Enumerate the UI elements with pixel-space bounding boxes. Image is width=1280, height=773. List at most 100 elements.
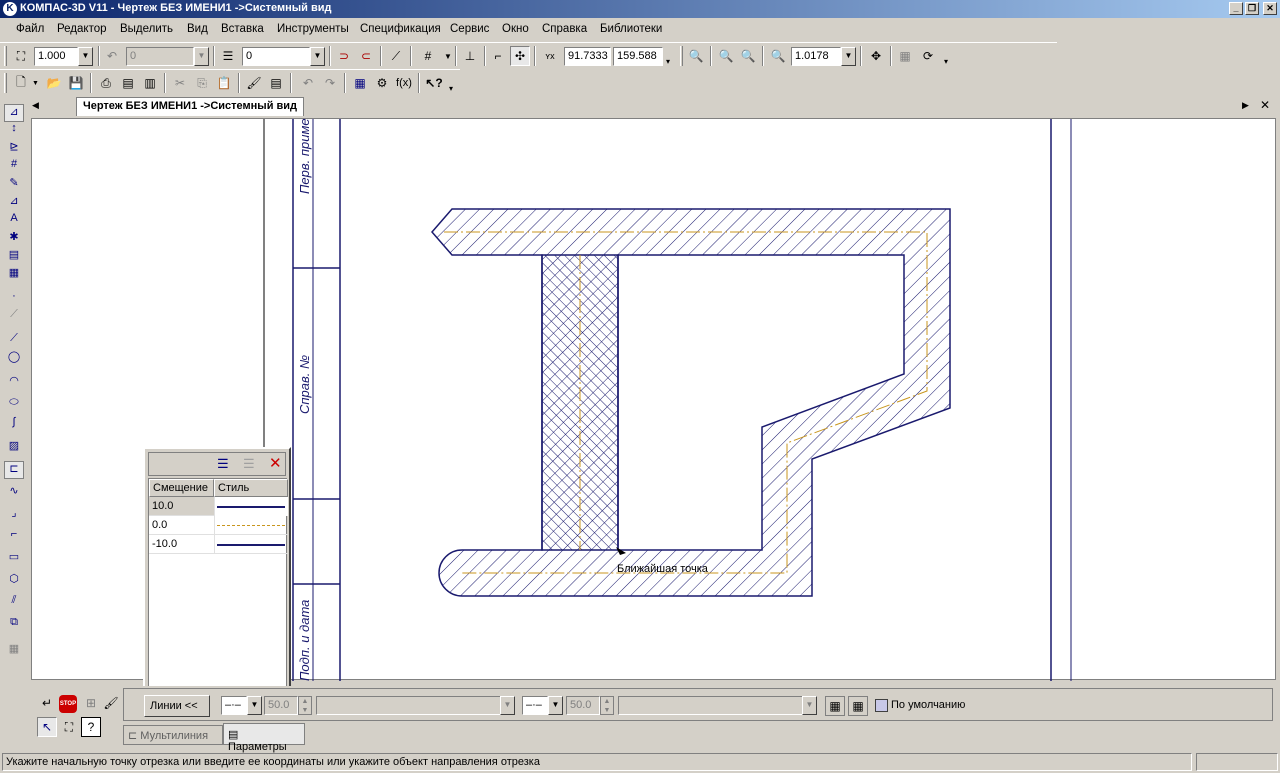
combo1-dropdown[interactable]: ▼: [500, 696, 515, 715]
zoom-dropdown[interactable]: ▼: [841, 47, 856, 66]
default-checkbox[interactable]: [875, 699, 888, 712]
geometry-panel-icon[interactable]: ⊿: [4, 104, 24, 122]
menu-service[interactable]: Сервис: [450, 23, 489, 35]
coord-x-field[interactable]: 91.7333: [564, 47, 611, 66]
layers-icon[interactable]: ☰: [218, 46, 238, 66]
manager-icon[interactable]: ▦: [350, 73, 370, 93]
new-document-icon[interactable]: 🗋: [11, 73, 31, 93]
ellipse-icon[interactable]: ⬭: [4, 396, 24, 414]
scale-field[interactable]: 1.000: [34, 47, 78, 66]
toolbar-options-icon[interactable]: ▾: [666, 57, 670, 66]
print-icon[interactable]: ⎙: [96, 73, 116, 93]
local-cs-icon[interactable]: ⊥: [460, 46, 480, 66]
brush-icon[interactable]: 🖌: [101, 693, 121, 713]
toolbar-grip[interactable]: [4, 73, 7, 93]
value2-field[interactable]: 50.0: [566, 696, 600, 715]
value2-spinner[interactable]: ▲ ▼: [600, 696, 614, 715]
value1-field[interactable]: 50.0: [264, 696, 298, 715]
enter-object-icon[interactable]: ↵: [37, 693, 57, 713]
menu-libraries[interactable]: Библиотеки: [600, 23, 662, 35]
menu-window[interactable]: Окно: [502, 23, 529, 35]
library-icon[interactable]: ⚙: [372, 73, 392, 93]
coord-y-field[interactable]: 159.588: [613, 47, 663, 66]
toolbar-grip[interactable]: [680, 46, 683, 66]
table-row[interactable]: 10.0: [149, 497, 288, 516]
fit-icon[interactable]: ⛶: [59, 717, 79, 737]
spec-icon[interactable]: ▤: [4, 248, 24, 266]
select-icon[interactable]: A: [4, 212, 24, 230]
toolbar-options-icon[interactable]: ▾: [449, 84, 453, 93]
value1-spinner[interactable]: ▲ ▼: [298, 696, 312, 715]
zoom-scale-icon[interactable]: 🔍: [768, 46, 788, 66]
zoom-out-icon[interactable]: 🔍: [738, 46, 758, 66]
hatch-icon[interactable]: ▨: [4, 439, 24, 457]
pan-icon[interactable]: ✥: [866, 46, 886, 66]
menu-insert[interactable]: Вставка: [221, 23, 264, 35]
table-row[interactable]: 0.0: [149, 516, 288, 535]
add-line-icon[interactable]: ☰: [217, 456, 235, 472]
equidistant-icon[interactable]: ⫽: [4, 594, 24, 612]
open-icon[interactable]: 📂: [44, 73, 64, 93]
local-snap-icon[interactable]: ⊂: [356, 46, 376, 66]
multiline-icon[interactable]: ⊏: [4, 461, 24, 479]
page-setup-icon[interactable]: ▥: [140, 73, 160, 93]
segment-icon[interactable]: ⟋: [4, 332, 24, 350]
tabs-scroll-right-icon[interactable]: ▶: [1242, 100, 1249, 111]
step-dropdown[interactable]: ▼: [194, 47, 209, 66]
ortho-mode-icon[interactable]: ⌐: [488, 46, 508, 66]
magnet-icon[interactable]: ⊃: [334, 46, 354, 66]
toolbar-grip[interactable]: [4, 46, 7, 66]
combo2-dropdown[interactable]: ▼: [802, 696, 817, 715]
layer-field[interactable]: 0: [242, 47, 310, 66]
menu-editor[interactable]: Редактор: [57, 23, 107, 35]
circle-icon[interactable]: ◯: [4, 350, 24, 368]
menu-select[interactable]: Выделить: [120, 23, 173, 35]
delete-line-icon[interactable]: ✕: [269, 454, 287, 472]
redo-icon[interactable]: ↷: [320, 73, 340, 93]
combo1-field[interactable]: [316, 696, 502, 715]
menu-tools[interactable]: Инструменты: [277, 23, 349, 35]
toolbar-options-icon[interactable]: ▾: [944, 57, 948, 66]
paste-icon[interactable]: 📋: [214, 73, 234, 93]
zoom-field[interactable]: 1.0178: [791, 47, 841, 66]
undo-icon[interactable]: ↶: [298, 73, 318, 93]
step-icon[interactable]: ↶: [102, 46, 122, 66]
fill-icon[interactable]: ▦: [4, 642, 24, 660]
arc-icon[interactable]: ◠: [4, 374, 24, 392]
zoom-window-icon[interactable]: 🔍: [686, 46, 706, 66]
table-options2-icon[interactable]: ▦: [848, 696, 868, 716]
step-field[interactable]: 0: [126, 47, 194, 66]
menu-file[interactable]: Файл: [16, 23, 44, 35]
scale-dropdown[interactable]: ▼: [78, 47, 93, 66]
ortho-icon[interactable]: ⟋: [386, 46, 406, 66]
redraw-icon[interactable]: ⟳: [918, 46, 938, 66]
measure-icon[interactable]: ⊿: [4, 194, 24, 212]
format-painter-icon[interactable]: 🖌: [244, 73, 264, 93]
properties-icon[interactable]: ▤: [266, 73, 286, 93]
reports-icon[interactable]: ▦: [4, 266, 24, 284]
copy-icon[interactable]: ⎘: [192, 73, 212, 93]
edit-panel-icon[interactable]: #: [4, 158, 24, 176]
new-dropdown-icon[interactable]: ▼: [32, 80, 39, 87]
tab-multiline[interactable]: ⊏ Мультилиния: [123, 725, 223, 745]
fillet-icon[interactable]: ⌐: [4, 528, 24, 546]
menu-help[interactable]: Справка: [542, 23, 587, 35]
table-row[interactable]: -10.0: [149, 535, 288, 554]
tabs-scroll-left-icon[interactable]: ◀: [32, 100, 39, 111]
dimensions-panel-icon[interactable]: ↕: [4, 122, 24, 140]
restore-button[interactable]: ❐: [1245, 2, 1259, 15]
line-style-right[interactable]: –·–: [522, 696, 548, 715]
combo2-field[interactable]: [618, 696, 804, 715]
grid-icon[interactable]: #: [418, 46, 438, 66]
refresh-view-icon[interactable]: ▦: [895, 46, 915, 66]
tab-params[interactable]: ▤ Параметры: [223, 723, 305, 753]
contour-icon[interactable]: ⧉: [4, 616, 24, 634]
help-icon[interactable]: ?: [81, 717, 101, 737]
lines-button[interactable]: Линии <<: [144, 695, 210, 717]
scale-icon[interactable]: ⛶: [11, 46, 31, 66]
point-icon[interactable]: ·: [4, 290, 24, 308]
cut-icon[interactable]: ✂: [170, 73, 190, 93]
line-style-left[interactable]: –·–: [221, 696, 247, 715]
associative-icon[interactable]: ✱: [4, 230, 24, 248]
close-document-icon[interactable]: ✕: [1260, 98, 1270, 112]
